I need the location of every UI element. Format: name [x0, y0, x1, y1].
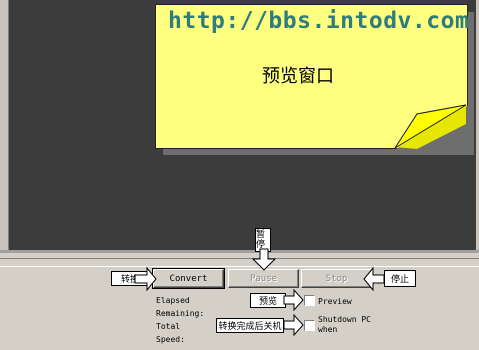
shutdown-option-label-cont: when [318, 325, 338, 334]
note-url: http://bbs.intodv.com [168, 8, 470, 34]
arrow-left-icon [363, 266, 385, 292]
total-label: Total [156, 322, 181, 331]
elapsed-label: Elapsed [156, 296, 190, 305]
preview-option-label: Preview [318, 297, 352, 306]
separator [0, 258, 479, 267]
remaining-label: Remaining: [156, 309, 205, 318]
callout-stop: 停止 [384, 270, 416, 287]
note-title: 预览窗口 [262, 66, 334, 87]
speed-label: Speed: [156, 335, 185, 344]
stop-button[interactable]: Stop [301, 269, 372, 288]
callout-shutdown: 转换完成后关机 [216, 318, 284, 333]
arrow-right-icon [283, 288, 304, 312]
arrow-down-icon [251, 248, 277, 271]
pause-button[interactable]: Pause [228, 269, 299, 288]
arrow-right-icon [283, 313, 304, 337]
callout-preview: 预览 [250, 293, 286, 308]
preview-checkbox[interactable] [304, 295, 315, 306]
shutdown-checkbox[interactable] [304, 320, 315, 331]
arrow-right-icon [134, 266, 157, 292]
pane-border-left [0, 0, 9, 252]
convert-button[interactable]: Convert [152, 268, 225, 289]
shutdown-option-label: Shutdown PC [318, 315, 371, 324]
pane-border-bottom [0, 250, 479, 253]
